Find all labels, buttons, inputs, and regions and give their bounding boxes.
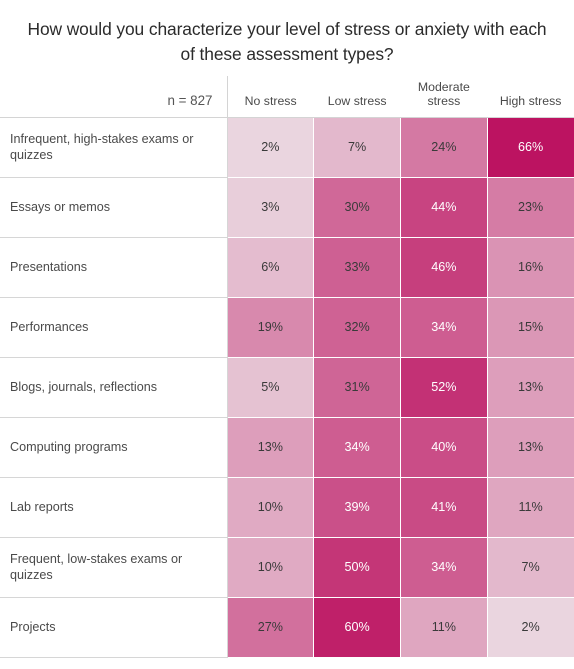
header-row: n = 827 No stress Low stress Moderate st…	[0, 76, 574, 118]
heatmap-cell: 10%	[227, 537, 315, 598]
heatmap-cell: 13%	[487, 417, 574, 478]
heatmap-cell: 32%	[313, 297, 401, 358]
row-label: Essays or memos	[0, 177, 228, 238]
heatmap-cell: 3%	[227, 177, 315, 238]
column-header-moderate-stress: Moderate stress	[400, 76, 488, 118]
heatmap-cell: 27%	[227, 597, 315, 658]
row-label: Frequent, low-stakes exams or quizzes	[0, 537, 228, 598]
row-label: Projects	[0, 597, 228, 658]
heatmap-cell: 34%	[400, 297, 488, 358]
table-header: n = 827 No stress Low stress Moderate st…	[0, 76, 574, 118]
column-header-no-stress: No stress	[227, 76, 314, 118]
heatmap-cell: 7%	[487, 537, 574, 598]
table-row: Presentations 6% 33% 46% 16%	[0, 237, 574, 298]
column-header-low-stress: Low stress	[313, 76, 401, 118]
sample-size-label: n = 827	[0, 76, 228, 118]
heatmap-cell: 50%	[313, 537, 401, 598]
page-title: How would you characterize your level of…	[27, 19, 547, 64]
heatmap-cell: 44%	[400, 177, 488, 238]
stress-heatmap-table: n = 827 No stress Low stress Moderate st…	[0, 76, 574, 658]
row-label: Lab reports	[0, 477, 228, 538]
table-row: Computing programs 13% 34% 40% 13%	[0, 417, 574, 478]
heatmap-cell: 34%	[400, 537, 488, 598]
heatmap-cell: 52%	[400, 357, 488, 418]
table-row: Projects 27% 60% 11% 2%	[0, 597, 574, 658]
heatmap-cell: 40%	[400, 417, 488, 478]
table-body: Infrequent, high-stakes exams or quizzes…	[0, 117, 574, 658]
table-row: Essays or memos 3% 30% 44% 23%	[0, 177, 574, 238]
heatmap-cell: 10%	[227, 477, 315, 538]
heatmap-cell: 2%	[487, 597, 574, 658]
heatmap-cell: 24%	[400, 117, 488, 178]
table-row: Blogs, journals, reflections 5% 31% 52% 13%	[0, 357, 574, 418]
heatmap-cell: 46%	[400, 237, 488, 298]
heatmap-cell: 16%	[487, 237, 574, 298]
table-row: Lab reports 10% 39% 41% 11%	[0, 477, 574, 538]
column-header-high-stress: High stress	[487, 76, 574, 118]
heatmap-cell: 39%	[313, 477, 401, 538]
row-label: Computing programs	[0, 417, 228, 478]
chart-container: How would you characterize your level of…	[0, 0, 574, 669]
heatmap-cell: 19%	[227, 297, 315, 358]
heatmap-cell: 11%	[400, 597, 488, 658]
heatmap-cell: 5%	[227, 357, 315, 418]
heatmap-cell: 11%	[487, 477, 574, 538]
heatmap-cell: 66%	[487, 117, 574, 178]
row-label: Blogs, journals, reflections	[0, 357, 228, 418]
heatmap-cell: 34%	[313, 417, 401, 478]
row-label: Infrequent, high-stakes exams or quizzes	[0, 117, 228, 178]
heatmap-cell: 33%	[313, 237, 401, 298]
heatmap-cell: 7%	[313, 117, 401, 178]
heatmap-cell: 31%	[313, 357, 401, 418]
table-row: Frequent, low-stakes exams or quizzes 10%…	[0, 537, 574, 598]
heatmap-cell: 13%	[487, 357, 574, 418]
row-label: Presentations	[0, 237, 228, 298]
heatmap-cell: 41%	[400, 477, 488, 538]
heatmap-cell: 30%	[313, 177, 401, 238]
table-row: Infrequent, high-stakes exams or quizzes…	[0, 117, 574, 178]
heatmap-cell: 13%	[227, 417, 315, 478]
heatmap-cell: 6%	[227, 237, 315, 298]
heatmap-cell: 23%	[487, 177, 574, 238]
table-row: Performances 19% 32% 34% 15%	[0, 297, 574, 358]
heatmap-cell: 2%	[227, 117, 315, 178]
heatmap-cell: 60%	[313, 597, 401, 658]
row-label: Performances	[0, 297, 228, 358]
heatmap-cell: 15%	[487, 297, 574, 358]
